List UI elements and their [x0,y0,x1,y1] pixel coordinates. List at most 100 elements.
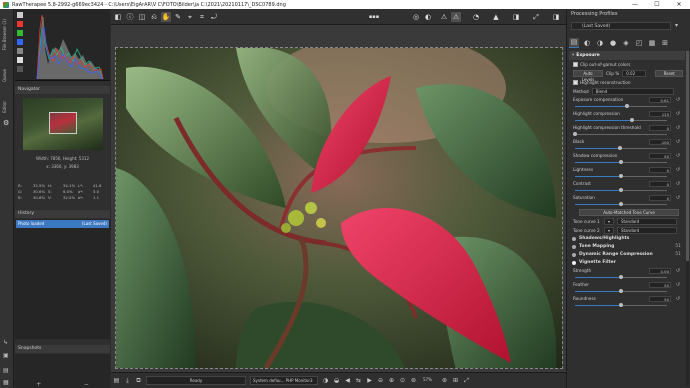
navigator-header[interactable]: Navigator [15,86,110,94]
zoom-fill-icon[interactable]: ⊚ [409,376,418,385]
navigator-thumbnail[interactable] [23,98,103,150]
reset-button[interactable]: Reset [655,70,684,77]
profile-icon[interactable]: ▣ [3,352,9,359]
reset-icon[interactable]: ↺ [674,268,682,274]
slider-track[interactable] [575,160,667,164]
zoom-fit-icon[interactable]: ⊙ [398,376,407,385]
slider-knob[interactable] [619,303,623,307]
minimize-button[interactable]: — [624,1,646,8]
clip-gamut-checkbox[interactable] [573,62,578,67]
clip-pct-input[interactable]: 0.02 [622,70,647,77]
remove-snapshot-button[interactable]: − [84,382,89,388]
slider-track[interactable] [575,275,667,279]
gamut-check-icon[interactable]: ◒ [332,376,341,385]
slider-track[interactable] [575,146,667,150]
black-slider[interactable]: Black -100 ↺ [569,138,685,152]
highlight-compression-slider[interactable]: Highlight compression 125 ↺ [569,110,685,124]
rotate-icon[interactable]: ⤾ [209,12,219,22]
color-picker-icon[interactable]: ⌖ [185,12,195,22]
slider-knob[interactable] [619,174,623,178]
photo-preview[interactable] [115,47,563,369]
channel-selector-icon[interactable]: ▪▪▪ [369,12,379,22]
power-icon[interactable] [572,237,576,241]
history-header[interactable]: History [15,210,110,218]
reset-icon[interactable]: ↺ [674,181,682,187]
navigator-viewport[interactable] [49,112,77,134]
slider-knob[interactable] [618,146,623,150]
slider-track[interactable] [575,202,667,206]
slider-track[interactable] [575,174,667,178]
saturation-slider[interactable]: Saturation 0 ↺ [569,194,685,208]
panel-toggle-icon[interactable]: ↳ [3,339,8,346]
reset-icon[interactable]: ↺ [674,125,682,131]
exposure-compensation-slider[interactable]: Exposure compensation 0.61 ↺ [569,96,685,110]
reset-icon[interactable]: ↺ [674,195,682,201]
slider-value[interactable]: 50 [649,153,671,159]
image-adjust-icon[interactable]: ▲ [491,12,501,22]
detail-tab-icon[interactable]: ◑ [595,38,605,48]
tab-queue[interactable]: Queue [2,69,7,82]
queue-icon[interactable]: ⤓ [123,376,132,385]
history-entry[interactable]: Photo loaded (Last Saved) [16,220,109,228]
history-icon[interactable]: ⎌ [149,12,159,22]
close-button[interactable]: ✕ [668,1,690,8]
slider-track[interactable] [575,303,667,307]
tool-scrollbar[interactable] [686,51,689,386]
history-list[interactable]: Photo loaded (Last Saved) [15,219,110,339]
slider-knob[interactable] [619,275,623,279]
info-icon[interactable]: ▤ [3,367,9,374]
expand-icon[interactable]: ⤢ [531,12,541,22]
power-icon[interactable] [572,245,576,249]
tone-curve-1-edit[interactable]: ▾ [604,218,614,225]
reset-icon[interactable]: ↺ [674,153,682,159]
reset-icon[interactable]: ↺ [674,167,682,173]
power-icon[interactable] [572,253,576,257]
new-detail-window-icon[interactable]: ⊞ [451,376,460,385]
tab-file-browser[interactable]: File Browser (1) [2,19,7,50]
scroll-thumb[interactable] [686,51,689,261]
prev-image-icon[interactable]: ◀ [343,376,352,385]
add-snapshot-button[interactable]: + [36,382,41,388]
reset-icon[interactable]: ↺ [674,282,682,288]
slider-knob[interactable] [619,289,623,293]
color-tab-icon[interactable]: ● [608,38,618,48]
shadow-compression-slider[interactable]: Shadow compression 50 ↺ [569,152,685,166]
image-canvas[interactable] [111,25,566,372]
slider-value[interactable]: 50 [649,296,671,302]
highlight-compression-threshold-slider[interactable]: Highlight compression threshold 0 ↺ [569,124,685,138]
exposure-tab-icon[interactable]: ◐ [582,38,592,48]
slider-track[interactable] [575,188,667,192]
slider-knob[interactable] [573,132,577,136]
slider-track[interactable] [575,118,667,122]
reset-icon[interactable]: ↺ [674,97,682,103]
slider-track[interactable] [575,104,667,108]
section-dynamic-range[interactable]: Dynamic Range Compression 51 [569,251,685,259]
vignette-roundness-slider[interactable]: Roundness 50 ↺ [569,295,685,309]
profile-menu-icon[interactable]: ▾ [675,22,678,29]
power-icon[interactable] [572,261,576,265]
slider-value[interactable]: 0 [649,167,671,173]
advanced-tab-icon[interactable]: ◈ [621,38,631,48]
slider-track[interactable] [575,289,667,293]
tone-curve-2-edit[interactable]: ▾ [604,227,614,234]
reset-icon[interactable]: ↺ [674,111,682,117]
hide-panel-icon[interactable]: ◧ [113,12,123,22]
save-icon[interactable]: ▤ [112,376,121,385]
output-profile-select[interactable]: System defau... PHP Monitor3 [250,376,318,385]
crop-icon[interactable]: ⌗ [197,12,207,22]
transform-tab-icon[interactable]: ◰ [634,38,644,48]
slider-value[interactable]: -100 [649,139,671,145]
slider-value[interactable]: 50 [649,282,671,288]
exposure-header[interactable]: ▾ Exposure [569,51,685,60]
sync-icon[interactable]: ⇆ [354,376,363,385]
grid-icon[interactable]: ▦ [3,379,9,386]
zoom-out-icon[interactable]: ⊖ [376,376,385,385]
slider-value[interactable]: 0 [649,181,671,187]
zoom-100-icon[interactable]: ⊛ [440,376,449,385]
profile-select[interactable]: (Last Saved) [571,22,671,30]
tab-editor[interactable]: Editor [2,101,7,113]
slider-knob[interactable] [619,160,623,164]
layout-icon[interactable]: ◨ [511,12,521,22]
lightness-slider[interactable]: Lightness 0 ↺ [569,166,685,180]
next-image-icon[interactable]: ▶ [365,376,374,385]
